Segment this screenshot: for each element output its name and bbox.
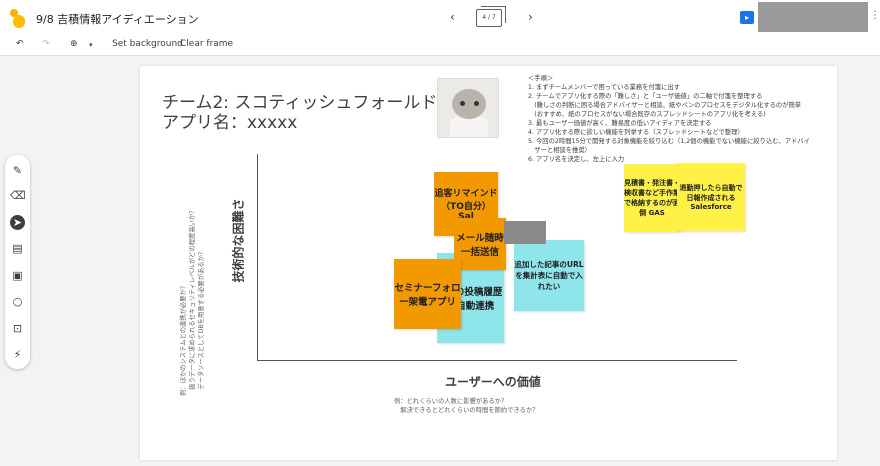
circle-shape-icon[interactable]: ○ bbox=[10, 294, 25, 309]
sticky-note-text: メール随時一括送信 bbox=[456, 233, 504, 258]
present-icon[interactable]: ▸ bbox=[740, 11, 754, 24]
sticky-note-text: セミナーフォロー架電アプリ bbox=[394, 283, 461, 308]
sticky-note-text: 見積書・発注書・検収書など手作業で格納するのが面倒 GAS bbox=[624, 179, 680, 217]
y-axis-line bbox=[257, 154, 258, 361]
sticky-note[interactable]: メール随時一括送信 bbox=[454, 218, 506, 270]
x-axis-label[interactable]: ユーザーへの価値 bbox=[445, 373, 541, 390]
zoom-dropdown-icon[interactable]: ▾ bbox=[89, 41, 93, 49]
next-frame-button[interactable]: › bbox=[528, 10, 533, 24]
y-axis-note[interactable]: データソースとしてDBを用意する必要があるか？ bbox=[196, 249, 205, 396]
step-line: 1. まずチームメンバーで困っている業務を付箋に出す bbox=[528, 84, 680, 91]
x-axis-note[interactable]: 解決できるとどれくらいの時間を節約できるか？ bbox=[394, 405, 538, 414]
redacted-block bbox=[504, 221, 546, 244]
x-axis-line bbox=[257, 360, 737, 361]
frame-counter-button[interactable]: 4 / 7 bbox=[476, 6, 506, 27]
sticky-note-icon[interactable]: ▤ bbox=[10, 241, 25, 256]
app-name-title[interactable]: アプリ名：xxxxx bbox=[162, 108, 297, 133]
step-line: (おすすめ、紙のプロセスがない場合既存のスプレッドシートのアプリ化を考える) bbox=[528, 111, 766, 118]
more-options-icon[interactable]: ⋮ bbox=[870, 10, 880, 21]
undo-icon[interactable]: ↶ bbox=[16, 39, 24, 49]
step-line: ザーと相談を推奨） bbox=[528, 147, 591, 154]
sticky-note[interactable]: セミナーフォロー架電アプリ bbox=[394, 259, 461, 329]
instructions-text[interactable]: ＜手順＞ 1. まずチームメンバーで困っている業務を付箋に出す 2. チームでア… bbox=[528, 74, 828, 164]
sticky-note[interactable]: 見積書・発注書・検収書など手作業で格納するのが面倒 GAS bbox=[624, 164, 680, 232]
redacted-account-area bbox=[758, 2, 868, 32]
step-line: (難しさの判断に困る場合アドバイザーと相談、紙やペンのプロセスをデジタル化するの… bbox=[528, 102, 802, 109]
step-line: ＜手順＞ bbox=[528, 75, 554, 82]
drawing-tool-rail: ✎ ⌫ ➤ ▤ ▣ ○ ⊡ ⚡ bbox=[5, 155, 30, 369]
clear-frame-button[interactable]: Clear frame bbox=[180, 39, 233, 49]
select-icon[interactable]: ➤ bbox=[10, 215, 25, 230]
y-axis-label[interactable]: 技術的な困難さ bbox=[230, 198, 247, 282]
cat-photo[interactable] bbox=[437, 78, 499, 138]
step-line: 3. 最もユーザー価値が高く、難易度の低いアイディアを決定する bbox=[528, 120, 712, 127]
zoom-icon[interactable]: ⊕ bbox=[70, 39, 78, 49]
set-background-button[interactable]: Set background bbox=[112, 39, 183, 49]
top-app-bar: 9/8 吉積情報アイディエーション ‹ 4 / 7 › ▸ ⋮ bbox=[0, 0, 880, 36]
editing-toolbar: ↶ ↷ ⊕ ▾ Set background Clear frame bbox=[0, 36, 880, 56]
pen-icon[interactable]: ✎ bbox=[10, 163, 25, 178]
sticky-note[interactable]: 退勤押したら自動で日報作成される Salesforce bbox=[677, 163, 745, 231]
x-axis-note[interactable]: 例：どれくらいの人数に影響があるか？ bbox=[394, 396, 507, 405]
y-axis-note[interactable]: 扱うデータに求められるセキュリティレベルがどの程度高いか？ bbox=[187, 207, 196, 396]
previous-frame-button[interactable]: ‹ bbox=[450, 10, 455, 24]
laser-icon[interactable]: ⚡ bbox=[10, 347, 25, 362]
step-line: 4. アプリ化する際に欲しい機能を列挙する（スプレッドシートなどで整理） bbox=[528, 129, 744, 136]
redo-icon[interactable]: ↷ bbox=[42, 39, 50, 49]
step-line: 5. 今回の2時間15分で開発する対象機能を絞り込む（1,2個の機能でない機能に… bbox=[528, 138, 810, 145]
sticky-note-text: 追客リマインド（TO自分）Sal bbox=[434, 189, 498, 222]
sticky-note-text: 追加した記事のURLを集計表に自動で入れたい bbox=[514, 260, 584, 291]
step-line: 2. チームでアプリ化する際の「難しさ」と「ユーザ価値」の二軸で付箋を整理する bbox=[528, 93, 763, 100]
document-title[interactable]: 9/8 吉積情報アイディエーション bbox=[36, 11, 199, 27]
y-axis-note[interactable]: 例：ほかのシステムとの連携が必要か？ bbox=[178, 283, 187, 396]
text-box-icon[interactable]: ⊡ bbox=[10, 321, 25, 336]
sticky-note-text: 退勤押したら自動で日報作成される Salesforce bbox=[679, 184, 743, 211]
sticky-note[interactable]: 追加した記事のURLを集計表に自動で入れたい bbox=[514, 240, 584, 311]
image-icon[interactable]: ▣ bbox=[10, 268, 25, 283]
jamboard-logo-icon bbox=[10, 9, 26, 29]
eraser-icon[interactable]: ⌫ bbox=[10, 188, 26, 203]
whiteboard-frame[interactable]: チーム2: スコティッシュフォールド アプリ名：xxxxx ＜手順＞ 1. まず… bbox=[140, 66, 837, 460]
